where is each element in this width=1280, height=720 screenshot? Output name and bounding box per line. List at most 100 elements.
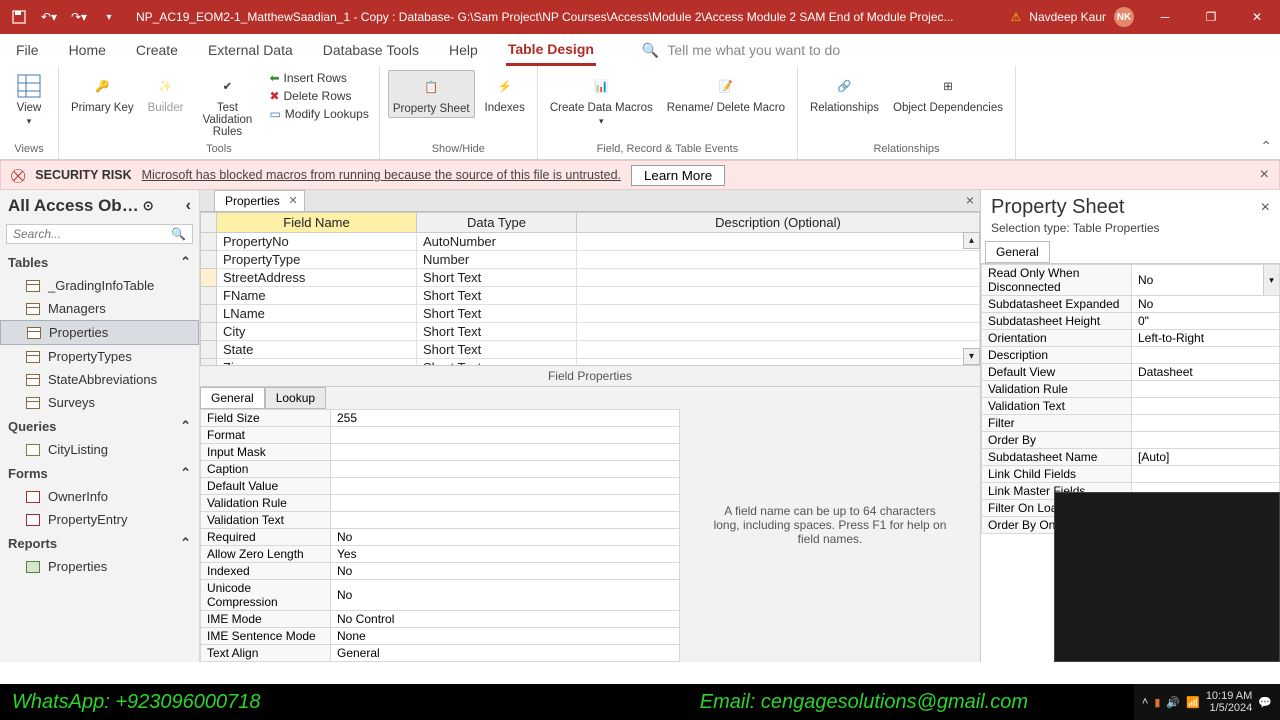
dropdown-icon[interactable]: ▾ bbox=[1263, 265, 1279, 295]
cat-queries[interactable]: Queries⌃ bbox=[0, 414, 199, 438]
row-selector[interactable] bbox=[201, 323, 217, 341]
nav-item-properties[interactable]: Properties bbox=[0, 555, 199, 578]
object-dependencies-button[interactable]: ⊞Object Dependencies bbox=[889, 70, 1007, 116]
close-security-icon[interactable]: × bbox=[1260, 166, 1269, 184]
fptab-general[interactable]: General bbox=[200, 387, 265, 409]
cat-tables[interactable]: Tables⌃ bbox=[0, 250, 199, 274]
propsheet-row[interactable]: Subdatasheet Height0" bbox=[982, 313, 1280, 330]
learn-more-button[interactable]: Learn More bbox=[631, 165, 725, 186]
nav-item-ownerinfo[interactable]: OwnerInfo bbox=[0, 485, 199, 508]
tab-file[interactable]: File bbox=[14, 36, 41, 64]
propsheet-row[interactable]: Link Child Fields bbox=[982, 466, 1280, 483]
modify-lookups-button[interactable]: ▭Modify Lookups bbox=[267, 106, 370, 122]
search-input[interactable] bbox=[13, 227, 171, 241]
nav-item-_gradinginfotable[interactable]: _GradingInfoTable bbox=[0, 274, 199, 297]
doc-tab-properties[interactable]: Properties ✕ bbox=[214, 190, 305, 211]
propsheet-row[interactable]: OrientationLeft-to-Right bbox=[982, 330, 1280, 347]
field-prop-grid[interactable]: Field Size255FormatInput MaskCaptionDefa… bbox=[200, 409, 680, 662]
insert-rows-button[interactable]: ⬅Insert Rows bbox=[267, 70, 370, 86]
fieldprop-row[interactable]: Text AlignGeneral bbox=[201, 645, 680, 662]
search-icon[interactable]: 🔍 bbox=[171, 227, 186, 241]
security-message[interactable]: Microsoft has blocked macros from runnin… bbox=[142, 168, 621, 182]
field-row[interactable]: LNameShort Text bbox=[201, 305, 980, 323]
nav-item-properties[interactable]: Properties bbox=[0, 320, 199, 345]
row-selector[interactable] bbox=[201, 269, 217, 287]
tab-help[interactable]: Help bbox=[447, 36, 480, 64]
fieldprop-row[interactable]: Field Size255 bbox=[201, 410, 680, 427]
field-row[interactable]: PropertyNoAutoNumber bbox=[201, 233, 980, 251]
fieldprop-row[interactable]: Validation Text bbox=[201, 512, 680, 529]
test-validation-button[interactable]: ✔Test Validation Rules bbox=[193, 70, 261, 140]
fieldprop-row[interactable]: IndexedNo bbox=[201, 563, 680, 580]
clock[interactable]: 10:19 AM 1/5/2024 bbox=[1206, 690, 1252, 714]
nav-search[interactable]: 🔍 bbox=[6, 224, 193, 244]
propsheet-row[interactable]: Default ViewDatasheet bbox=[982, 364, 1280, 381]
scroll-up-icon[interactable]: ▴ bbox=[963, 232, 980, 249]
fieldprop-row[interactable]: Unicode CompressionNo bbox=[201, 580, 680, 611]
propsheet-row[interactable]: Validation Rule bbox=[982, 381, 1280, 398]
tab-table-design[interactable]: Table Design bbox=[506, 35, 596, 66]
row-selector[interactable] bbox=[201, 341, 217, 359]
fieldprop-row[interactable]: IME ModeNo Control bbox=[201, 611, 680, 628]
fieldprop-row[interactable]: Format bbox=[201, 427, 680, 444]
warning-icon[interactable]: ⚠ bbox=[1011, 10, 1022, 24]
propsheet-row[interactable]: Read Only When DisconnectedNo▾ bbox=[982, 265, 1280, 296]
relationships-button[interactable]: 🔗Relationships bbox=[806, 70, 883, 116]
undo-icon[interactable]: ↶▾ bbox=[36, 4, 62, 30]
close-button[interactable]: ✕ bbox=[1234, 0, 1280, 34]
fieldprop-row[interactable]: RequiredNo bbox=[201, 529, 680, 546]
fptab-lookup[interactable]: Lookup bbox=[265, 387, 326, 409]
close-tab-icon[interactable]: ✕ bbox=[288, 194, 297, 207]
nav-item-citylisting[interactable]: CityListing bbox=[0, 438, 199, 461]
tab-create[interactable]: Create bbox=[134, 36, 180, 64]
row-selector[interactable] bbox=[201, 251, 217, 269]
fieldprop-row[interactable]: Default Value bbox=[201, 478, 680, 495]
propsheet-row[interactable]: Description bbox=[982, 347, 1280, 364]
propsheet-row[interactable]: Filter bbox=[982, 415, 1280, 432]
primary-key-button[interactable]: 🔑Primary Key bbox=[67, 70, 138, 116]
field-row[interactable]: CityShort Text bbox=[201, 323, 980, 341]
row-selector[interactable] bbox=[201, 233, 217, 251]
pstab-general[interactable]: General bbox=[985, 241, 1050, 263]
save-icon[interactable] bbox=[6, 4, 32, 30]
close-propsheet-icon[interactable]: × bbox=[1261, 199, 1270, 217]
nav-item-propertytypes[interactable]: PropertyTypes bbox=[0, 345, 199, 368]
nav-item-propertyentry[interactable]: PropertyEntry bbox=[0, 508, 199, 531]
qat-more-icon[interactable]: ▾ bbox=[96, 4, 122, 30]
volume-icon[interactable]: 🔊 bbox=[1166, 696, 1180, 709]
fieldprop-row[interactable]: Caption bbox=[201, 461, 680, 478]
notifications-icon[interactable]: 💬 bbox=[1258, 696, 1272, 709]
property-sheet-button[interactable]: 📋Property Sheet bbox=[388, 70, 475, 118]
builder-button[interactable]: ✨Builder bbox=[144, 70, 188, 116]
cat-forms[interactable]: Forms⌃ bbox=[0, 461, 199, 485]
nav-header[interactable]: All Access Ob… ⊙ ‹ bbox=[0, 190, 199, 222]
fieldprop-row[interactable]: IME Sentence ModeNone bbox=[201, 628, 680, 645]
wifi-icon[interactable]: 📶 bbox=[1186, 696, 1200, 709]
collapse-nav-icon[interactable]: ‹ bbox=[186, 197, 191, 215]
tray-app-icon[interactable]: ▮ bbox=[1154, 696, 1160, 709]
tray-up-icon[interactable]: ˄ bbox=[1142, 696, 1148, 708]
cat-reports[interactable]: Reports⌃ bbox=[0, 531, 199, 555]
row-selector-header[interactable] bbox=[201, 213, 217, 233]
fieldprop-row[interactable]: Allow Zero LengthYes bbox=[201, 546, 680, 563]
indexes-button[interactable]: ⚡Indexes bbox=[481, 70, 529, 116]
nav-item-managers[interactable]: Managers bbox=[0, 297, 199, 320]
close-all-icon[interactable]: × bbox=[966, 192, 974, 208]
delete-rows-button[interactable]: ✖Delete Rows bbox=[267, 88, 370, 104]
col-field-name[interactable]: Field Name bbox=[217, 213, 417, 233]
user-name[interactable]: Navdeep Kaur bbox=[1029, 10, 1106, 24]
row-selector[interactable] bbox=[201, 305, 217, 323]
minimize-button[interactable]: ─ bbox=[1142, 0, 1188, 34]
fieldprop-row[interactable]: Input Mask bbox=[201, 444, 680, 461]
field-row[interactable]: FNameShort Text bbox=[201, 287, 980, 305]
nav-item-surveys[interactable]: Surveys bbox=[0, 391, 199, 414]
dropdown-icon[interactable]: ⊙ bbox=[143, 198, 154, 214]
propsheet-row[interactable]: Subdatasheet Name[Auto] bbox=[982, 449, 1280, 466]
field-grid[interactable]: Field Name Data Type Description (Option… bbox=[200, 212, 980, 366]
avatar[interactable]: NK bbox=[1114, 7, 1134, 27]
col-description[interactable]: Description (Optional) bbox=[577, 213, 980, 233]
scroll-down-icon[interactable]: ▾ bbox=[963, 348, 980, 365]
field-row[interactable]: ZipShort Text bbox=[201, 359, 980, 367]
fieldprop-row[interactable]: Validation Rule bbox=[201, 495, 680, 512]
tab-external-data[interactable]: External Data bbox=[206, 36, 295, 64]
